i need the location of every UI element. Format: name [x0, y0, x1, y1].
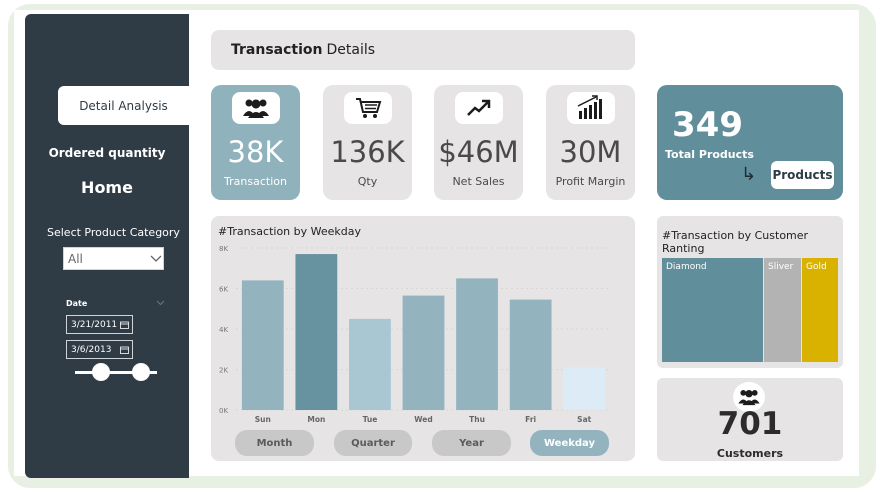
- x-tick-label: Thu: [469, 415, 485, 424]
- people-icon: [232, 92, 280, 124]
- date-end-value: 3/6/2013: [71, 344, 112, 355]
- date-start-input[interactable]: 3/21/2011: [66, 315, 133, 334]
- bar-mon[interactable]: [295, 254, 338, 410]
- x-tick-label: Fri: [525, 415, 536, 424]
- kpi-value: 136K: [330, 135, 405, 169]
- total-products-value: 349: [672, 105, 743, 145]
- chevron-down-icon: [150, 255, 162, 262]
- sidebar: [25, 14, 189, 478]
- nav-detail-analysis-button[interactable]: Detail Analysis: [58, 86, 189, 125]
- x-tick-label: Wed: [414, 415, 432, 424]
- x-tick-label: Sat: [577, 415, 591, 424]
- treemap-cell-sliver[interactable]: Sliver: [764, 258, 801, 362]
- x-tick-label: Tue: [363, 415, 378, 424]
- customers-card: 701 Customers: [657, 378, 843, 461]
- date-filter-label: Date: [66, 299, 88, 308]
- page-title-rest: Details: [326, 42, 376, 58]
- treemap-cell-gold[interactable]: Gold: [802, 258, 838, 362]
- arrow-return-icon: ↳: [741, 164, 757, 185]
- kpi-label: Profit Margin: [555, 175, 626, 188]
- treemap-cell-diamond[interactable]: Diamond: [662, 258, 763, 362]
- y-tick-label: 4K: [219, 326, 228, 334]
- treemap-title: #Transaction by Customer Ranting: [662, 229, 808, 255]
- y-tick-label: 2K: [219, 367, 228, 375]
- bar-sat[interactable]: [563, 367, 606, 410]
- products-button[interactable]: Products: [771, 161, 834, 189]
- calendar-icon: [120, 321, 129, 329]
- kpi-value: 38K: [227, 135, 284, 169]
- nav-ordered-quantity-link[interactable]: Ordered quantity: [25, 146, 189, 160]
- date-slider-start-handle[interactable]: [92, 363, 110, 381]
- kpi-card-net-sales[interactable]: $46M Net Sales: [434, 85, 523, 200]
- category-select[interactable]: All: [63, 247, 164, 270]
- treemap-title-line2: Ranting: [662, 242, 705, 255]
- trend-up-icon: [455, 92, 503, 124]
- cart-icon: [344, 92, 392, 124]
- category-filter-label: Select Product Category: [47, 226, 180, 239]
- bar-thu[interactable]: [456, 278, 498, 410]
- date-start-value: 3/21/2011: [71, 319, 118, 330]
- calendar-icon: [120, 346, 129, 354]
- kpi-card-profit-margin[interactable]: 30M Profit Margin: [546, 85, 635, 200]
- y-tick-label: 0K: [219, 407, 228, 415]
- bar-tue[interactable]: [349, 318, 391, 410]
- y-tick-label: 8K: [219, 245, 228, 253]
- chevron-down-icon[interactable]: [156, 300, 165, 306]
- kpi-card-qty[interactable]: 136K Qty: [323, 85, 412, 200]
- weekday-chart-title: #Transaction by Weekday: [218, 225, 361, 238]
- tab-month[interactable]: Month: [235, 430, 314, 456]
- x-tick-label: Sun: [255, 415, 271, 424]
- bar-wed[interactable]: [402, 295, 445, 410]
- kpi-value: 30M: [559, 135, 622, 169]
- page-title: Transaction Details: [211, 30, 635, 70]
- kpi-label: Qty: [357, 175, 378, 188]
- kpi-card-transaction[interactable]: 38K Transaction: [211, 85, 300, 200]
- bar-fri[interactable]: [509, 299, 552, 410]
- weekday-bar-chart: 0K 2K 4K 6K 8K Sun Mon Tue Wed Thu Fri Sat: [219, 245, 611, 424]
- bar-growth-icon: [567, 92, 615, 124]
- kpi-label: Transaction: [224, 175, 287, 188]
- customers-value: 701: [717, 406, 783, 442]
- page-title-bold: Transaction: [231, 42, 323, 58]
- treemap-title-line1: #Transaction by Customer: [662, 229, 809, 242]
- nav-home-link[interactable]: Home: [25, 178, 189, 197]
- kpi-label: Net Sales: [452, 175, 505, 188]
- y-tick-label: 6K: [219, 286, 228, 294]
- kpi-value: $46M: [438, 135, 519, 169]
- total-products-card: 349 Total Products ↳ Products: [657, 85, 843, 200]
- total-products-label: Total Products: [665, 148, 754, 161]
- date-slider-end-handle[interactable]: [132, 363, 150, 381]
- x-tick-label: Mon: [307, 415, 325, 424]
- tab-quarter[interactable]: Quarter: [334, 430, 412, 456]
- bar-sun[interactable]: [241, 280, 284, 410]
- tab-weekday[interactable]: Weekday: [530, 430, 609, 456]
- date-end-input[interactable]: 3/6/2013: [66, 340, 133, 359]
- tab-year[interactable]: Year: [432, 430, 511, 456]
- category-select-value: All: [68, 251, 83, 266]
- customers-label: Customers: [716, 447, 784, 460]
